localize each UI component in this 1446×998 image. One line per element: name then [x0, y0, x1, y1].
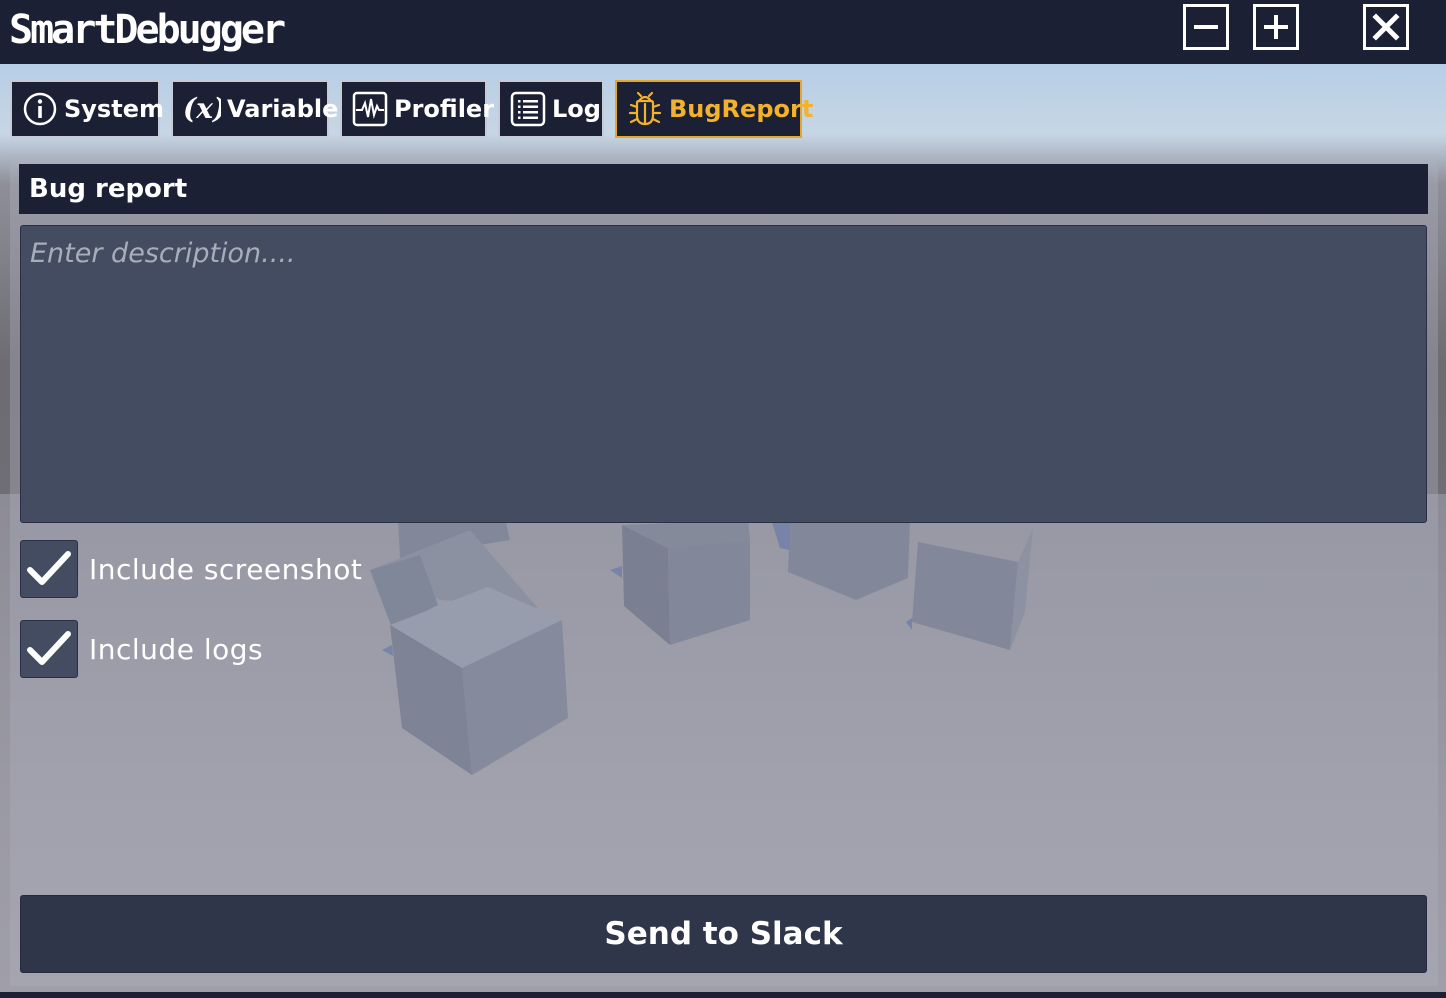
title-bar: SmartDebugger [0, 0, 1446, 64]
tab-label: BugReport [669, 95, 814, 123]
include-logs-row: Include logs [20, 620, 263, 678]
tab-label: Profiler [394, 95, 495, 123]
waveform-icon [352, 91, 388, 127]
tab-profiler[interactable]: Profiler [340, 80, 494, 138]
include-screenshot-checkbox[interactable] [20, 540, 78, 598]
info-circle-icon [22, 91, 58, 127]
app-title: SmartDebugger [9, 7, 286, 53]
tab-bugreport[interactable]: BugReport [615, 80, 813, 138]
description-field[interactable] [20, 225, 1427, 523]
close-button[interactable] [1363, 4, 1409, 50]
variable-x-icon: (x) [183, 91, 221, 127]
checkmark-icon [27, 551, 71, 585]
close-icon [1372, 13, 1400, 41]
minimize-button[interactable] [1183, 4, 1229, 50]
tab-label: Log [552, 95, 601, 123]
include-screenshot-row: Include screenshot [20, 540, 362, 598]
minimize-icon [1194, 25, 1218, 29]
plus-icon [1264, 15, 1288, 39]
section-header: Bug report [19, 164, 1428, 214]
tab-system[interactable]: System [10, 80, 164, 138]
tab-label: System [64, 95, 164, 123]
bug-icon [627, 91, 663, 127]
maximize-button[interactable] [1253, 4, 1299, 50]
list-icon [510, 91, 546, 127]
svg-text:(x): (x) [183, 92, 221, 125]
tab-log[interactable]: Log [498, 80, 604, 138]
include-logs-label: Include logs [89, 632, 264, 666]
tab-label: Variable [227, 95, 339, 123]
bottom-border [0, 992, 1446, 998]
include-screenshot-label: Include screenshot [89, 552, 363, 586]
include-logs-checkbox[interactable] [20, 620, 78, 678]
send-to-slack-button[interactable]: Send to Slack [20, 895, 1427, 973]
tab-variable[interactable]: (x) Variable [171, 80, 338, 138]
checkmark-icon [27, 631, 71, 665]
